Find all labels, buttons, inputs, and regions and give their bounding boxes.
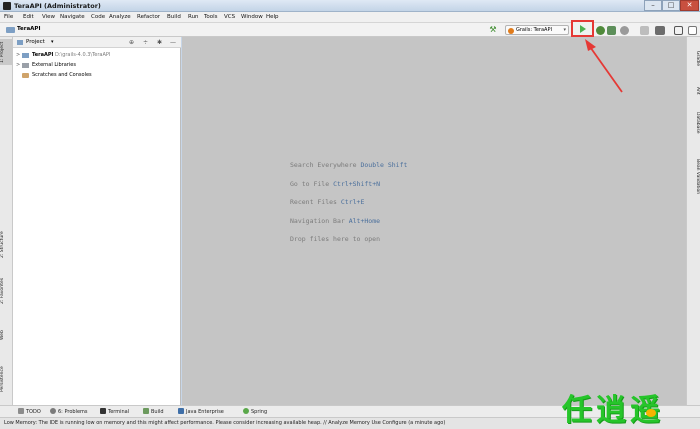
editor-area[interactable]: Search Everywhere Double Shift Go to Fil… bbox=[182, 37, 686, 405]
left-tool-stripe: 1: Project 2: Structure 2: Favorites Web… bbox=[0, 37, 13, 405]
menu-help[interactable]: Help bbox=[266, 14, 279, 20]
navigation-bar: TeraAPI ⚒ Grails: TeraAPI ▾ bbox=[0, 23, 700, 37]
problems-icon bbox=[50, 408, 56, 414]
project-view-selector[interactable]: Project bbox=[26, 39, 45, 45]
tree-item-scratches[interactable]: Scratches and Consoles bbox=[13, 71, 181, 80]
project-panel-header: Project ▾ ⊕ ÷ ✱ — bbox=[13, 37, 181, 48]
tab-todo[interactable]: TODO bbox=[18, 408, 41, 415]
menu-edit[interactable]: Edit bbox=[23, 14, 34, 20]
tool-tab-database[interactable]: Database bbox=[688, 107, 700, 139]
tool-tab-gradle[interactable]: Gradle bbox=[688, 43, 700, 73]
java-enterprise-icon bbox=[178, 408, 184, 414]
locate-icon[interactable]: ⊕ bbox=[129, 39, 134, 46]
coverage-icon[interactable] bbox=[607, 26, 616, 35]
tab-build[interactable]: Build bbox=[143, 408, 164, 415]
menu-vcs[interactable]: VCS bbox=[224, 14, 235, 20]
menu-refactor[interactable]: Refactor bbox=[137, 14, 160, 20]
minimize-button[interactable]: – bbox=[644, 0, 662, 11]
menu-build[interactable]: Build bbox=[167, 14, 181, 20]
close-button[interactable]: ✕ bbox=[680, 0, 699, 11]
hint-go-to-file: Go to File Ctrl+Shift+N bbox=[290, 180, 381, 188]
gear-icon[interactable]: ✱ bbox=[157, 39, 162, 46]
title-bar: TeraAPI (Administrator) – □ ✕ bbox=[0, 0, 700, 12]
tree-item-label: TeraAPI bbox=[32, 52, 54, 58]
menu-code[interactable]: Code bbox=[91, 14, 105, 20]
menu-window[interactable]: Window bbox=[241, 14, 263, 20]
tree-item-label: Scratches and Consoles bbox=[32, 72, 92, 78]
run-configuration-label: Grails: TeraAPI bbox=[516, 27, 552, 33]
tab-spring[interactable]: Spring bbox=[243, 408, 267, 415]
run-button[interactable] bbox=[571, 20, 594, 37]
tab-problems[interactable]: 6: Problems bbox=[50, 408, 88, 415]
watermark-badge-icon bbox=[646, 409, 656, 417]
terminal-icon bbox=[100, 408, 106, 414]
tree-item-label: External Libraries bbox=[32, 62, 76, 68]
spring-icon bbox=[243, 408, 249, 414]
tab-java-enterprise[interactable]: Java Enterprise bbox=[178, 408, 224, 415]
watermark: 任逍遥 bbox=[562, 393, 664, 428]
menu-navigate[interactable]: Navigate bbox=[60, 14, 85, 20]
tree-item-external-libraries[interactable]: > External Libraries bbox=[13, 61, 181, 70]
tab-terminal[interactable]: Terminal bbox=[100, 408, 129, 415]
tool-tab-structure[interactable]: 2: Structure bbox=[0, 227, 13, 263]
menu-view[interactable]: View bbox=[42, 14, 55, 20]
hide-icon[interactable]: — bbox=[170, 39, 176, 46]
grails-icon bbox=[508, 28, 514, 34]
maximize-button[interactable]: □ bbox=[662, 0, 680, 11]
tree-item-path: D:\grails-4.0.3\TeraAPI bbox=[54, 52, 111, 58]
project-structure-icon[interactable] bbox=[655, 26, 665, 35]
scratch-icon bbox=[22, 73, 29, 78]
expand-arrow-icon[interactable]: > bbox=[16, 62, 20, 68]
project-icon bbox=[17, 40, 23, 45]
tool-tab-project[interactable]: 1: Project bbox=[0, 39, 13, 65]
tree-item-teraapi[interactable]: > TeraAPI D:\grails-4.0.3\TeraAPI bbox=[13, 51, 181, 60]
tool-tab-bean-validation[interactable]: Bean Validation bbox=[688, 149, 700, 205]
project-tool-window: Project ▾ ⊕ ÷ ✱ — > TeraAPI D:\grails-4.… bbox=[13, 37, 181, 405]
build-hammer-icon[interactable]: ⚒ bbox=[488, 25, 498, 35]
menu-bar: File Edit View Navigate Code Analyze Ref… bbox=[0, 12, 700, 23]
tool-tab-ant[interactable]: Ant bbox=[688, 83, 700, 99]
library-icon bbox=[22, 63, 29, 68]
window-title: TeraAPI (Administrator) bbox=[14, 2, 101, 10]
tool-tab-web[interactable]: Web bbox=[0, 327, 13, 343]
menu-run[interactable]: Run bbox=[188, 14, 199, 20]
hint-search-everywhere: Search Everywhere Double Shift bbox=[290, 161, 408, 169]
play-icon bbox=[580, 25, 586, 33]
build-icon bbox=[143, 408, 149, 414]
folder-icon bbox=[22, 53, 29, 58]
expand-arrow-icon[interactable]: > bbox=[16, 52, 20, 58]
breadcrumb-project[interactable]: TeraAPI bbox=[17, 26, 41, 32]
layout-icon[interactable] bbox=[688, 26, 697, 35]
hint-recent-files: Recent Files Ctrl+E bbox=[290, 198, 365, 206]
stop-icon[interactable] bbox=[640, 26, 649, 35]
tool-tab-persistence[interactable]: Persistence bbox=[0, 359, 13, 399]
tool-tab-favorites[interactable]: 2: Favorites bbox=[0, 275, 13, 307]
hint-navigation-bar: Navigation Bar Alt+Home bbox=[290, 217, 381, 225]
right-tool-stripe: Gradle Ant Database Bean Validation bbox=[686, 37, 700, 405]
intellij-app-icon bbox=[3, 2, 11, 10]
debug-icon[interactable] bbox=[596, 26, 605, 35]
menu-tools[interactable]: Tools bbox=[204, 14, 218, 20]
run-configuration-select[interactable]: Grails: TeraAPI ▾ bbox=[505, 25, 569, 35]
todo-icon bbox=[18, 408, 24, 414]
hint-drop-files: Drop files here to open bbox=[290, 235, 381, 243]
status-message[interactable]: Low Memory: The IDE is running low on me… bbox=[4, 420, 445, 426]
profile-icon[interactable] bbox=[620, 26, 629, 35]
search-icon[interactable] bbox=[674, 26, 683, 35]
menu-file[interactable]: File bbox=[4, 14, 13, 20]
chevron-down-icon[interactable]: ▾ bbox=[51, 39, 54, 45]
project-folder-icon bbox=[6, 27, 15, 33]
menu-analyze[interactable]: Analyze bbox=[109, 14, 131, 20]
collapse-all-icon[interactable]: ÷ bbox=[143, 39, 148, 46]
chevron-down-icon: ▾ bbox=[563, 27, 566, 33]
